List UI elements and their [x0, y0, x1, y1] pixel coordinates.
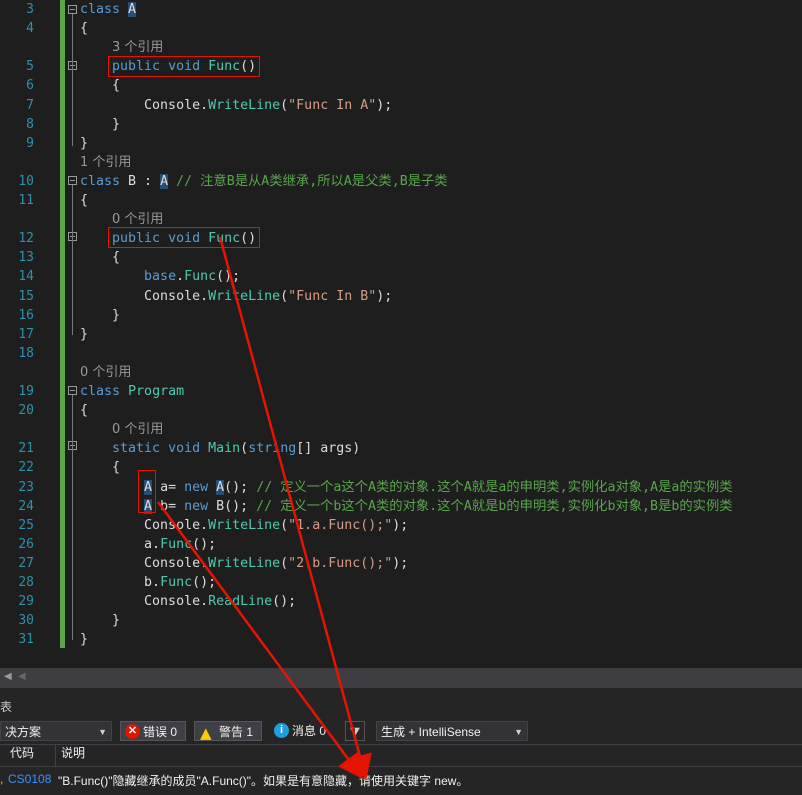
annotation-arrow: [218, 236, 372, 780]
annotation-arrow: [156, 501, 363, 780]
annotation-arrows: [156, 236, 372, 780]
